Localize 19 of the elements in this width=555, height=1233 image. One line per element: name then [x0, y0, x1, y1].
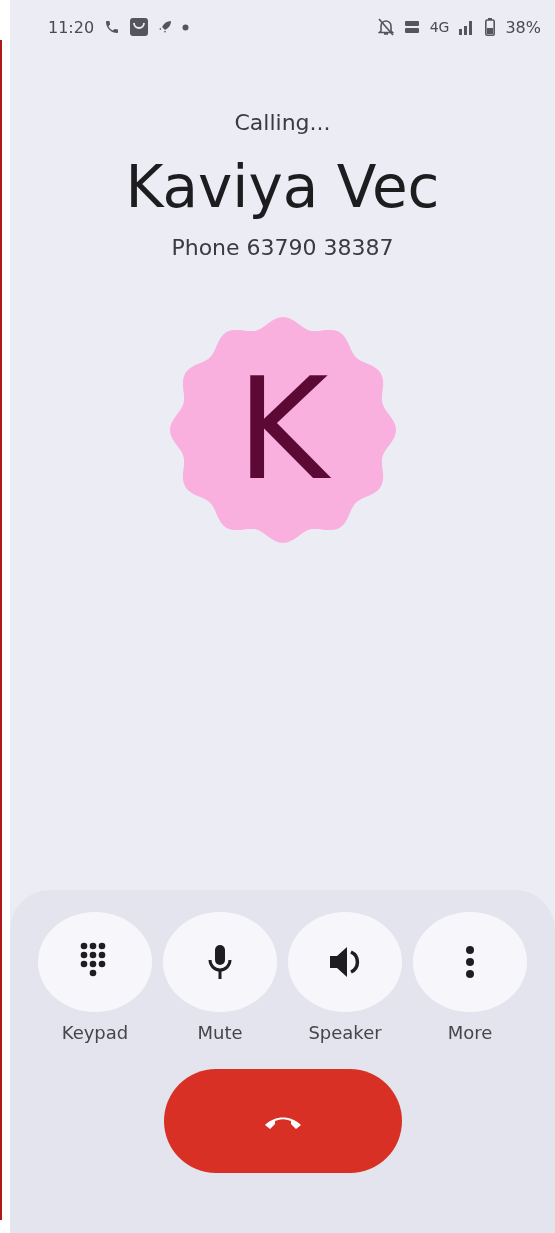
rocket-icon	[158, 20, 173, 34]
more-icon	[465, 945, 475, 979]
bell-off-icon	[377, 18, 394, 36]
phone-number: Phone 63790 38387	[171, 235, 394, 260]
microphone-icon	[208, 944, 232, 980]
action-label: Speaker	[308, 1022, 382, 1043]
phone-icon	[104, 19, 121, 35]
action-label: More	[447, 1022, 493, 1043]
dot-icon	[182, 23, 190, 31]
battery-percent: 38%	[505, 17, 541, 37]
contact-name: Kaviya Vec	[125, 153, 440, 221]
avatar-initial: K	[236, 360, 329, 500]
battery-icon	[485, 18, 496, 36]
status-time: 11:20	[48, 17, 95, 37]
action-label: Keypad	[61, 1022, 129, 1043]
action-label: Mute	[197, 1022, 243, 1043]
call-status: Calling...	[234, 110, 331, 135]
shopping-bag-icon	[130, 18, 149, 36]
network-type: 4G	[429, 19, 450, 35]
